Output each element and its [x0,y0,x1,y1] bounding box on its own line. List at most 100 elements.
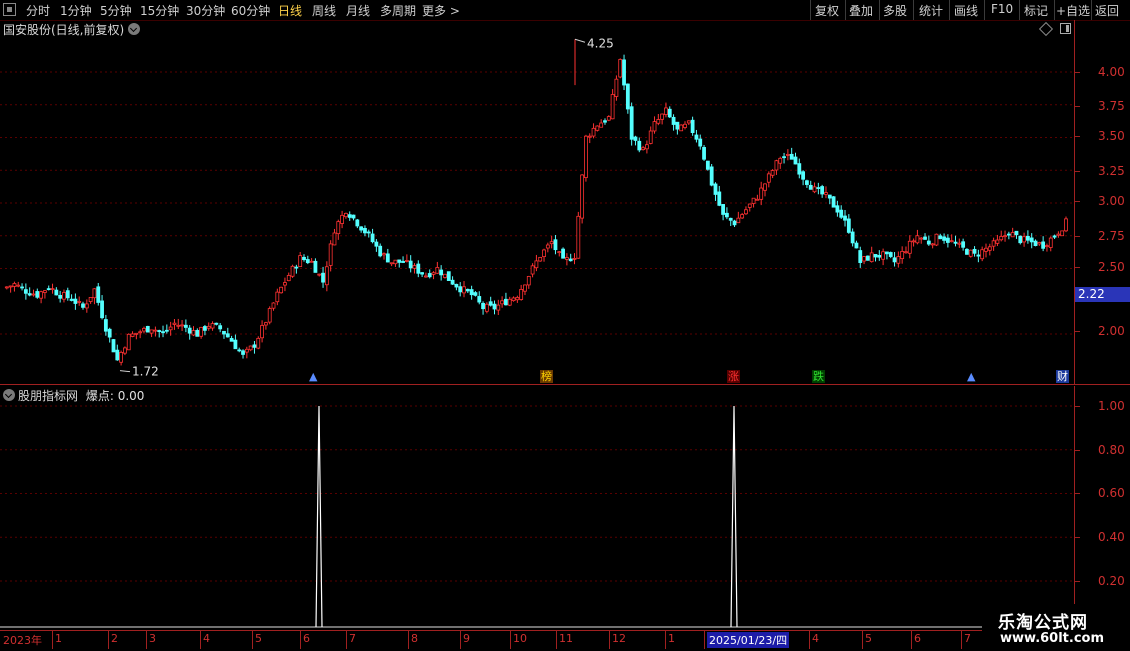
chevron-right-icon: > [449,4,460,18]
axis-tick [1075,72,1080,73]
event-marker[interactable]: 涨 [727,370,740,383]
chevron-down-icon[interactable] [128,23,141,35]
candle-body [183,324,188,328]
add-watchlist-button[interactable]: +自选 [1056,2,1090,19]
candle-body [439,269,444,276]
candle-body [172,322,177,325]
period-monthly[interactable]: 月线 [346,2,370,19]
low-price-label: 1.72 [132,365,159,379]
candle-body [420,272,425,275]
event-marker[interactable]: 榜 [540,370,553,383]
candle-body [347,214,352,218]
date-tick [408,631,409,649]
axis-tick [1075,267,1080,268]
candle-body [20,286,24,289]
candle-body [519,289,524,300]
draw-line-button[interactable]: 画线 [954,2,978,19]
candle-body [667,108,672,118]
indicator-tick-label: 0.60 [1098,486,1125,500]
candle-body [965,248,969,255]
period-30min[interactable]: 30分钟 [186,2,225,19]
candle-body [65,290,70,299]
candle-body [321,272,325,283]
candle-body [1045,245,1049,248]
candle-body [759,187,764,200]
statistics-button[interactable]: 统计 [919,2,943,19]
candle-body [298,255,303,268]
candle-body [465,288,470,292]
candle-body [717,191,722,206]
candle-body [1025,235,1030,241]
period-daily[interactable]: 日线 [278,2,302,19]
candle-body [534,260,539,269]
candle-body [1029,237,1034,243]
candle-body [587,135,592,138]
candle-body [119,351,124,363]
candle-body [340,214,344,224]
f10-button[interactable]: F10 [991,2,1013,16]
candle-body [336,221,341,235]
candle-body [126,333,131,351]
candle-body [633,136,638,141]
date-label: 7 [349,632,356,645]
price-tick-label: 3.25 [1098,164,1125,178]
candle-body [378,245,383,257]
panel-toggle-icon[interactable] [1060,23,1071,34]
mark-button[interactable]: 标记 [1024,2,1048,19]
candle-body [1018,235,1023,244]
candle-body [111,339,116,353]
candle-body [100,300,104,319]
candle-body [385,253,390,263]
candle-body [972,248,977,254]
period-more[interactable]: 更多 > [422,2,460,19]
back-button[interactable]: 返回 [1095,2,1119,19]
fuquan-button[interactable]: 复权 [815,2,839,19]
candle-body [923,236,927,240]
candle-body [1056,233,1061,236]
candle-body [222,330,226,335]
candle-body [81,303,85,308]
period-1min[interactable]: 1分钟 [60,2,92,19]
period-60min[interactable]: 60分钟 [231,2,270,19]
candle-body [572,257,577,260]
candle-body [599,122,604,128]
candle-body [366,231,371,234]
menu-square-icon[interactable] [3,3,16,16]
period-weekly[interactable]: 周线 [312,2,336,19]
candle-body [1033,240,1038,247]
candle-body [496,304,501,311]
period-15min[interactable]: 15分钟 [140,2,179,19]
candle-body [50,288,55,291]
period-intraday[interactable]: 分时 [26,2,50,19]
candle-body [683,123,687,128]
diamond-icon[interactable] [1038,21,1054,37]
candle-body [294,266,299,269]
candle-body [766,173,771,183]
candle-body [458,286,463,293]
candle-body [679,124,684,132]
event-marker[interactable]: ▲ [308,370,318,383]
candle-body [138,331,143,334]
period-5min[interactable]: 5分钟 [100,2,132,19]
date-label: 1 [55,632,62,645]
candle-body [88,297,93,302]
multi-stock-button[interactable]: 多股 [883,2,907,19]
candle-body [843,215,847,221]
axis-tick [1075,136,1080,137]
candle-body [957,242,962,245]
indicator-tick-label: 0.40 [1098,530,1125,544]
candle-body [168,326,173,331]
candle-body [942,236,946,241]
candle-body [8,285,13,288]
axis-tick [1075,493,1080,494]
candle-body [770,170,775,176]
event-marker[interactable]: 财 [1056,370,1069,383]
candle-body [656,119,661,124]
candle-body [725,212,729,218]
overlay-button[interactable]: 叠加 [849,2,873,19]
candle-body [755,198,760,201]
event-marker[interactable]: ▲ [966,370,976,383]
candle-body [622,59,626,86]
event-marker[interactable]: 跌 [812,370,825,383]
period-multi[interactable]: 多周期 [380,2,416,19]
